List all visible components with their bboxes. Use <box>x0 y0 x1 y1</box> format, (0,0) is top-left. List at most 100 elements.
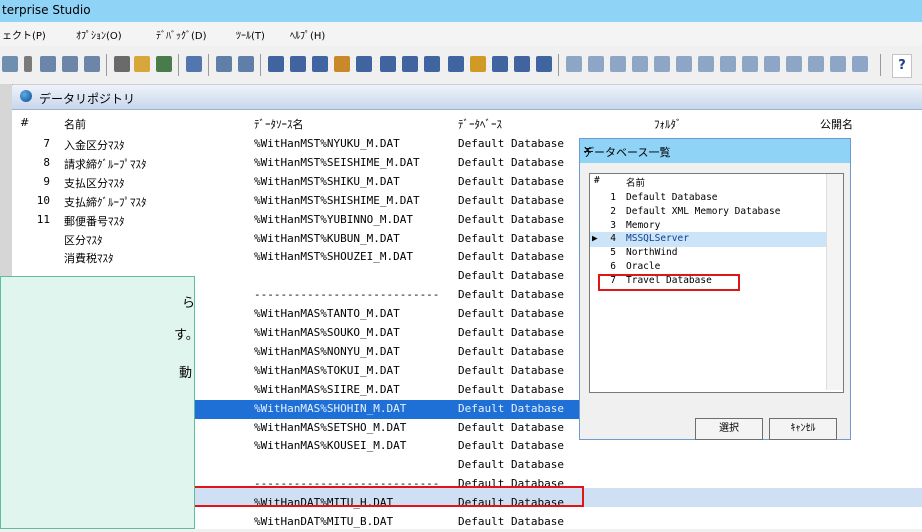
search-icon[interactable] <box>2 56 18 72</box>
row-database: Default Database <box>458 155 564 169</box>
list-item-num: 6 <box>610 261 616 272</box>
current-row-arrow-icon: ▶ <box>592 233 598 245</box>
close-icon[interactable]: ✕ <box>583 144 844 157</box>
row-source: %WitHanMST%NYUKU_M.DAT <box>254 137 400 150</box>
select-button[interactable]: 選択 <box>695 418 763 440</box>
image-icon[interactable] <box>380 56 396 72</box>
sheet-icon[interactable] <box>514 56 530 72</box>
row-database: Default Database <box>458 212 564 226</box>
image-list-icon[interactable] <box>402 56 418 72</box>
row-database: Default Database <box>458 401 564 415</box>
table-row[interactable]: 区分ﾏｽﾀ %WitHanMST%KUBUN_M.DAT Default Datab… <box>12 230 592 249</box>
menu-tools[interactable]: ﾂｰﾙ(T) <box>236 27 265 42</box>
row-source: %WitHanMST%YUBINNO_M.DAT <box>254 212 413 226</box>
center-horizontal-icon[interactable] <box>808 56 824 72</box>
list-item[interactable]: 1 Default Database <box>590 191 826 206</box>
row-database: Default Database <box>458 458 564 472</box>
form-list-icon[interactable] <box>290 56 306 72</box>
folder-icon[interactable] <box>470 56 486 72</box>
list-item[interactable]: 3 Memory <box>590 219 826 234</box>
align-center-icon[interactable] <box>588 56 604 72</box>
window-icon[interactable] <box>216 56 232 72</box>
row-name: 入金区分ﾏｽﾀ <box>64 139 125 152</box>
wand-icon[interactable] <box>134 56 150 72</box>
row-source: %WitHanMAS%SETSHO_M.DAT <box>254 420 407 434</box>
align-bottom-icon[interactable] <box>676 56 692 72</box>
form-icon[interactable] <box>268 56 284 72</box>
table-row[interactable]: 8 請求締ｸﾞﾙｰﾌﾟﾏｽﾀ %WitHanMST%SEISHIME_M.DAT De… <box>12 154 592 173</box>
table-row[interactable]: 9 支払区分ﾏｽﾀ %WitHanMST%SHIKU_M.DAT Default Da… <box>12 173 592 192</box>
toolbar-separator <box>260 54 261 76</box>
row-database: Default Database <box>458 515 564 528</box>
table-row[interactable]: 7 入金区分ﾏｽﾀ %WitHanMST%NYUKU_M.DAT Default Da… <box>12 135 592 154</box>
row-database: Default Database <box>458 363 564 377</box>
list-header-name: 名前 <box>626 178 646 189</box>
row-source: %WitHanMAS%SOUKO_M.DAT <box>254 326 400 339</box>
grid-delete-icon[interactable] <box>84 56 100 72</box>
list-item-name: Memory <box>626 219 661 231</box>
phone-icon[interactable] <box>114 56 130 72</box>
list-item[interactable]: 6 Oracle <box>590 260 826 275</box>
page-icon[interactable] <box>424 56 440 72</box>
column-header-database[interactable]: ﾃﾞｰﾀﾍﾞｰｽ <box>458 116 502 132</box>
table-row[interactable]: 消費税ﾏｽﾀ %WitHanMST%SHOUZEI_M.DAT Default Da… <box>12 248 592 267</box>
row-number: 9 <box>43 174 50 188</box>
help-icon[interactable]: ? <box>892 54 912 78</box>
toolbar-separator <box>178 54 179 76</box>
menu-editor-icon[interactable] <box>536 56 552 72</box>
column-header-name[interactable]: 名前 <box>64 116 86 132</box>
row-source: %WitHanMST%KUBUN_M.DAT <box>254 231 400 245</box>
menu-project[interactable]: ェクト(P) <box>2 27 46 42</box>
user-icon[interactable] <box>334 56 350 72</box>
row-source: ---------------------------- <box>254 288 440 302</box>
list-item[interactable]: 5 NorthWind <box>590 246 826 261</box>
row-database: Default Database <box>458 439 564 453</box>
list-item[interactable]: 2 Default XML Memory Database <box>590 205 826 220</box>
grid-snap-icon[interactable] <box>852 56 868 72</box>
title-bar: terprise Studio <box>0 0 922 22</box>
align-middle-icon[interactable] <box>654 56 670 72</box>
align-top-icon[interactable] <box>632 56 648 72</box>
space-horizontal-icon[interactable] <box>764 56 780 72</box>
bitmap-icon[interactable] <box>448 56 464 72</box>
menu-debug[interactable]: ﾃﾞﾊﾞｯｸﾞ(D) <box>156 27 207 42</box>
same-size-icon[interactable] <box>742 56 758 72</box>
database-list[interactable]: # 名前 1 Default Database 2 Default XML Memor… <box>589 173 844 393</box>
grid-icon[interactable] <box>40 56 56 72</box>
table-icon[interactable] <box>356 56 372 72</box>
same-width-icon[interactable] <box>698 56 714 72</box>
list-item[interactable]: ▶ 4 MSSQLServer <box>590 232 826 248</box>
edit-icon[interactable] <box>492 56 508 72</box>
list-item-name: Default Database <box>626 192 718 203</box>
callout-note: ら す。 動 <box>0 276 199 529</box>
row-source: %WitHanMAS%KOUSEI_M.DAT <box>254 439 407 453</box>
center-vertical-icon[interactable] <box>830 56 846 72</box>
grid-edit-icon[interactable] <box>62 56 78 72</box>
table-row[interactable]: 11 郵便番号ﾏｽﾀ %WitHanMST%YUBINNO_M.DAT Default… <box>12 211 592 230</box>
row-database: Default Database <box>458 137 564 150</box>
row-source: %WitHanMAS%TOKUI_M.DAT <box>254 363 400 377</box>
column-header-public[interactable]: 公開名 <box>820 116 853 132</box>
row-name: 請求締ｸﾞﾙｰﾌﾟﾏｽﾀ <box>64 157 147 171</box>
menu-options[interactable]: ｵﾌﾟｼｮﾝ(O) <box>76 27 122 42</box>
row-database: Default Database <box>458 174 564 188</box>
tree-icon[interactable] <box>156 56 172 72</box>
table-row[interactable]: 10 支払締ｸﾞﾙｰﾌﾟﾏｽﾀ %WitHanMST%SHISHIME_M.DAT D… <box>12 192 592 211</box>
row-database: Default Database <box>458 307 564 321</box>
structure-icon[interactable] <box>186 56 202 72</box>
cancel-button[interactable]: ｷｬﾝｾﾙ <box>769 418 837 440</box>
menu-help[interactable]: ﾍﾙﾌﾟ(H) <box>290 27 325 42</box>
pause-icon[interactable] <box>24 56 32 72</box>
column-header-num[interactable]: # <box>20 116 29 129</box>
same-height-icon[interactable] <box>720 56 736 72</box>
space-vertical-icon[interactable] <box>786 56 802 72</box>
column-header-source[interactable]: ﾃﾞｰﾀｿｰｽ名 <box>254 116 304 132</box>
report-icon[interactable] <box>312 56 328 72</box>
align-left-icon[interactable] <box>566 56 582 72</box>
list-icon[interactable] <box>238 56 254 72</box>
column-header-folder[interactable]: ﾌｫﾙﾀﾞ <box>654 116 682 132</box>
align-right-icon[interactable] <box>610 56 626 72</box>
list-item-name: NorthWind <box>626 247 678 259</box>
list-scrollbar[interactable] <box>826 174 843 390</box>
row-database: Default Database <box>458 326 564 339</box>
